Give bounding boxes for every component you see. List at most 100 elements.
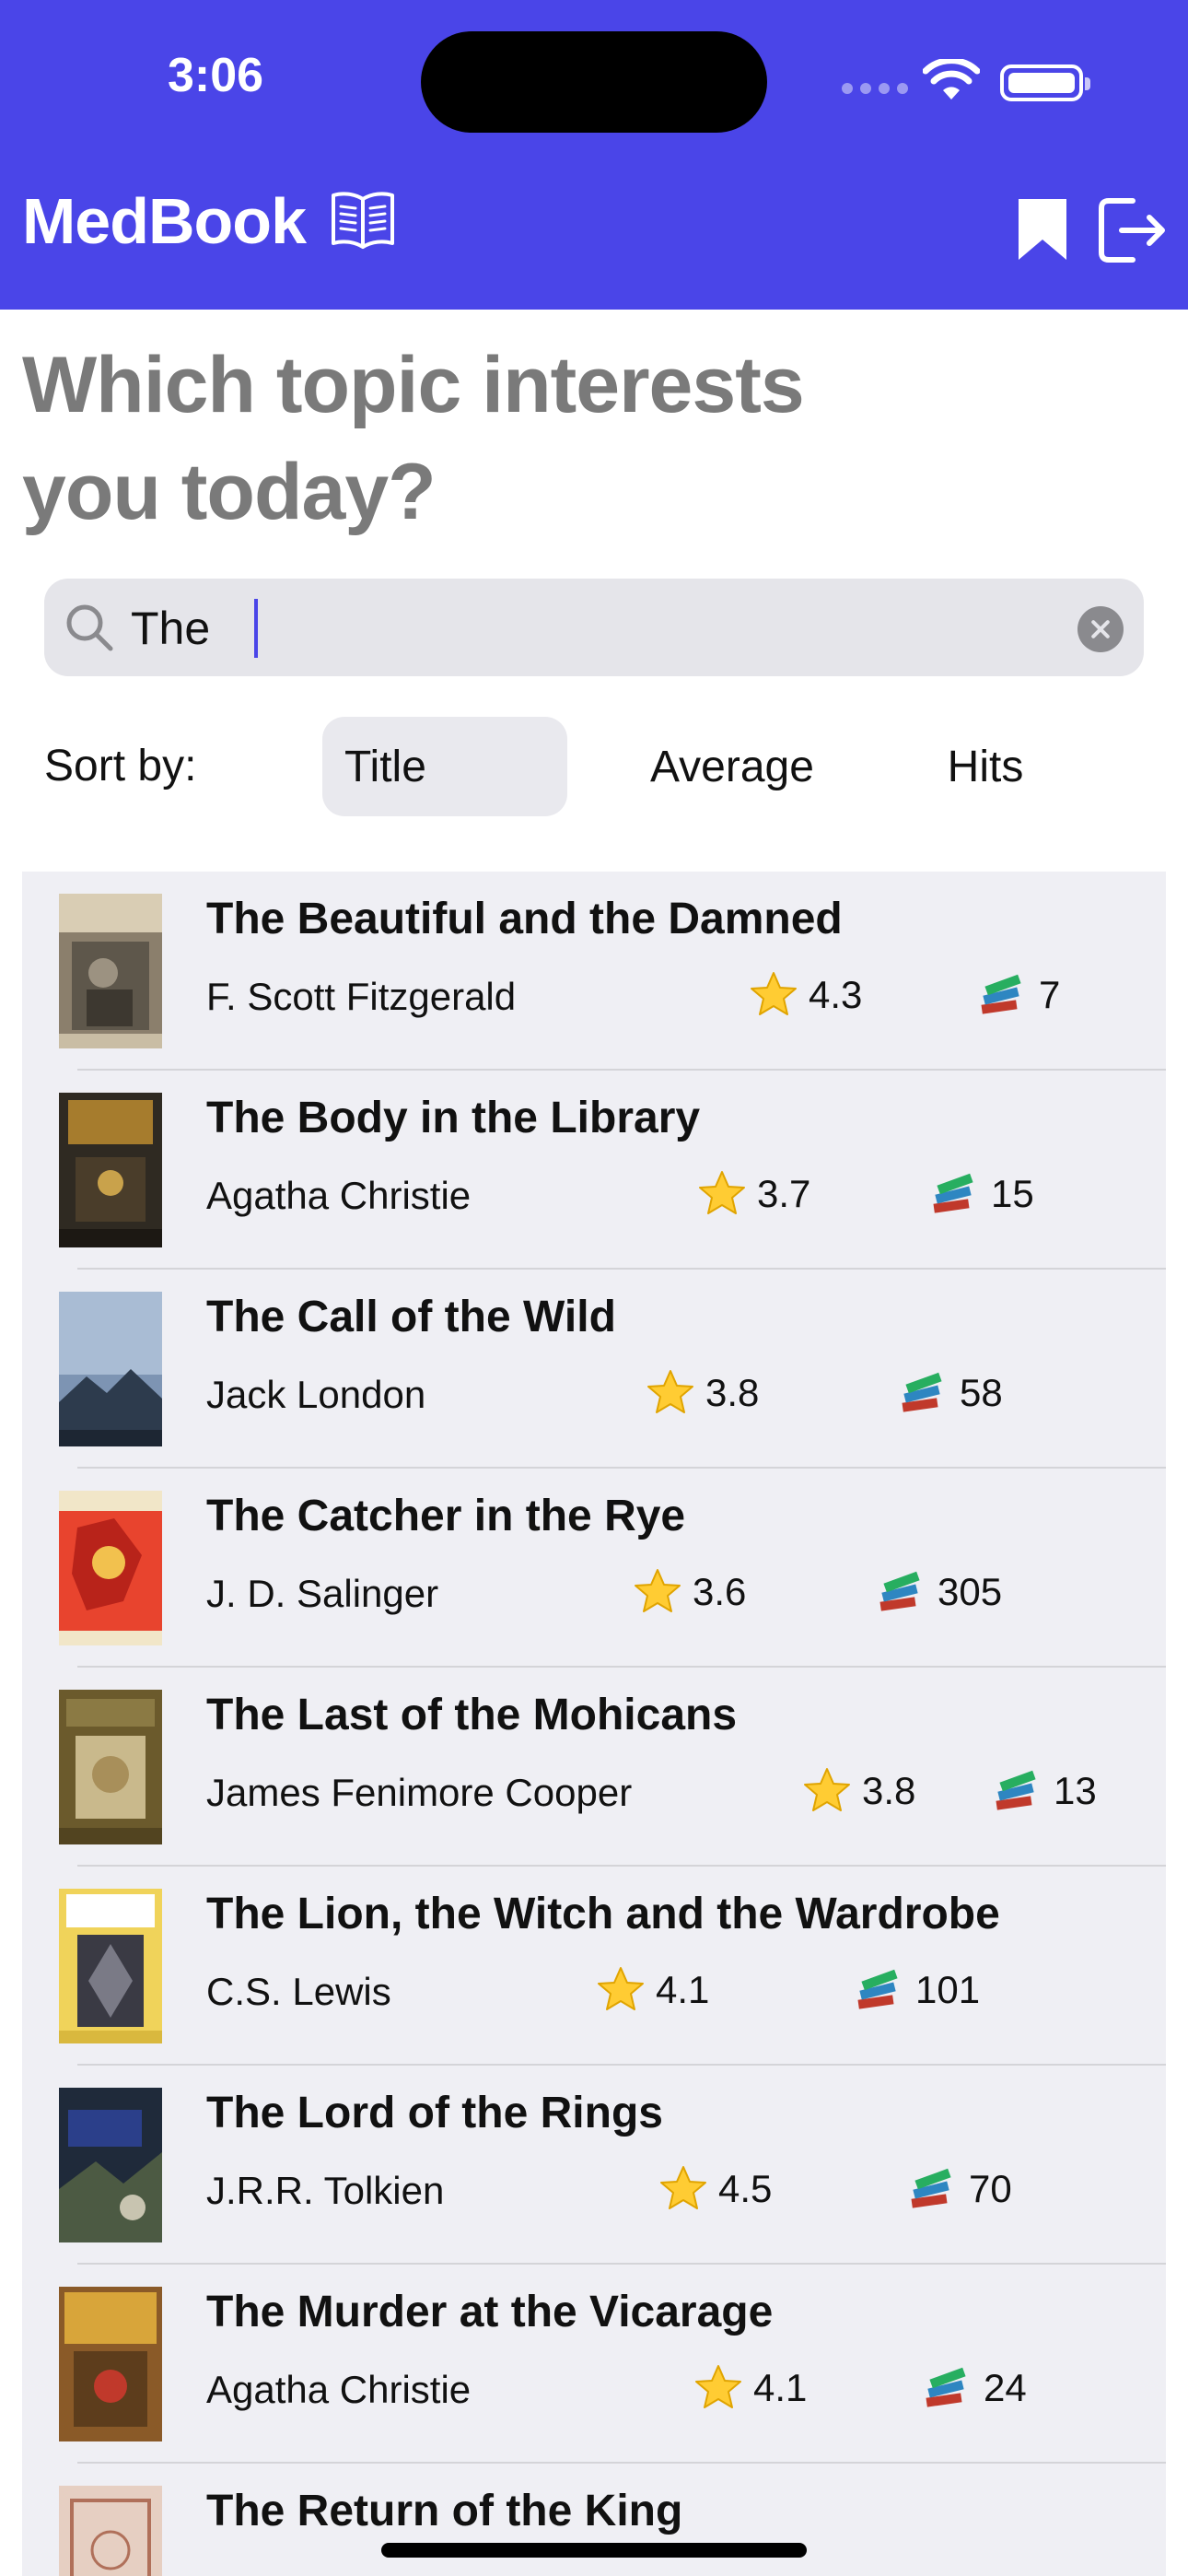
hits-value: 24 <box>984 2366 1027 2409</box>
cellular-signal-icon <box>842 83 908 94</box>
book-cover <box>59 1491 162 1645</box>
book-cover <box>59 1093 162 1247</box>
sort-option-average[interactable]: Average <box>626 717 838 816</box>
book-author: J.R.R. Tolkien <box>206 2169 445 2212</box>
book-list[interactable]: The Beautiful and the Damned F. Scott Fi… <box>22 872 1166 2576</box>
search-input[interactable] <box>131 595 1052 662</box>
home-indicator <box>381 2543 807 2558</box>
page-heading: Which topic interests you today? <box>22 341 805 536</box>
battery-icon <box>1000 64 1090 101</box>
star-icon <box>635 1569 681 1612</box>
book-row[interactable]: The Murder at the Vicarage Agatha Christ… <box>22 2265 1166 2464</box>
rating-value: 4.5 <box>718 2167 773 2210</box>
book-hits: 70 <box>906 2161 1012 2217</box>
books-stack-icon <box>857 1969 898 2009</box>
app-title: MedBook <box>22 185 307 257</box>
book-author: Agatha Christie <box>206 1174 472 1217</box>
book-hits: 13 <box>991 1763 1097 1819</box>
book-author: Agatha Christie <box>206 2368 472 2411</box>
hits-value: 305 <box>938 1570 1003 1613</box>
book-rating: 4.5 <box>658 2161 772 2217</box>
book-row[interactable]: The Lord of the Rings J.R.R. Tolkien 4.5… <box>22 2066 1166 2265</box>
book-row[interactable]: The Return of the King <box>22 2464 1166 2576</box>
rating-value: 4.1 <box>656 1968 710 2011</box>
book-row[interactable]: The Beautiful and the Damned F. Scott Fi… <box>22 872 1166 1071</box>
books-stack-icon <box>981 974 1021 1014</box>
book-rating: 4.1 <box>595 1962 709 2018</box>
book-title: The Murder at the Vicarage <box>206 2288 774 2336</box>
book-author: J. D. Salinger <box>206 1572 439 1615</box>
book-hits: 58 <box>897 1365 1003 1421</box>
book-author: Jack London <box>206 1373 426 1416</box>
bookmark-button[interactable] <box>1015 195 1070 263</box>
rating-value: 4.3 <box>809 973 863 1016</box>
rating-value: 3.6 <box>693 1570 747 1613</box>
star-icon <box>647 1370 693 1413</box>
rating-value: 3.8 <box>862 1769 916 1812</box>
book-rating: 3.8 <box>645 1365 759 1421</box>
book-icon <box>332 192 394 249</box>
book-title: The Beautiful and the Damned <box>206 895 843 943</box>
book-title: The Catcher in the Rye <box>206 1492 686 1540</box>
star-icon <box>598 1967 644 2010</box>
books-stack-icon <box>879 1571 920 1611</box>
book-hits: 15 <box>928 1166 1034 1222</box>
book-author: James Fenimore Cooper <box>206 1771 633 1814</box>
book-title: The Body in the Library <box>206 1094 701 1142</box>
rating-value: 4.1 <box>753 2366 808 2409</box>
book-title: The Lord of the Rings <box>206 2089 663 2137</box>
book-rating: 4.1 <box>693 2360 807 2416</box>
app-header: 3:06 MedBook <box>0 0 1188 310</box>
book-hits: 305 <box>875 1564 1002 1620</box>
book-title: The Return of the King <box>206 2487 683 2535</box>
book-author: C.S. Lewis <box>206 1970 391 2013</box>
book-cover <box>59 894 162 1048</box>
clear-search-button[interactable] <box>1077 606 1124 652</box>
books-stack-icon <box>911 2168 951 2208</box>
hits-value: 70 <box>969 2167 1012 2210</box>
text-cursor <box>254 599 258 658</box>
books-stack-icon <box>926 2367 966 2407</box>
search-icon <box>66 604 113 651</box>
books-stack-icon <box>902 1372 942 1412</box>
hits-value: 15 <box>991 1172 1034 1215</box>
book-row[interactable]: The Call of the Wild Jack London 3.8 58 <box>22 1270 1166 1469</box>
book-cover <box>59 1889 162 2043</box>
wifi-icon <box>923 59 980 100</box>
hits-value: 13 <box>1054 1769 1097 1812</box>
book-hits: 101 <box>853 1962 980 2018</box>
book-cover <box>59 1292 162 1446</box>
book-rating: 3.8 <box>801 1763 915 1819</box>
rating-value: 3.8 <box>705 1371 760 1414</box>
book-rating: 3.6 <box>632 1564 746 1620</box>
book-cover <box>59 2486 162 2576</box>
star-icon <box>804 1768 850 1811</box>
sort-option-title[interactable]: Title <box>322 717 567 816</box>
star-icon <box>695 2365 741 2408</box>
book-row[interactable]: The Body in the Library Agatha Christie … <box>22 1071 1166 1270</box>
book-title: The Last of the Mohicans <box>206 1691 738 1739</box>
status-time: 3:06 <box>168 49 264 102</box>
books-stack-icon <box>933 1173 973 1213</box>
star-icon <box>699 1171 745 1214</box>
book-row[interactable]: The Catcher in the Rye J. D. Salinger 3.… <box>22 1469 1166 1668</box>
book-row[interactable]: The Last of the Mohicans James Fenimore … <box>22 1668 1166 1867</box>
sort-label: Sort by: <box>44 742 197 790</box>
book-hits: 24 <box>921 2360 1027 2416</box>
hits-value: 7 <box>1039 973 1061 1016</box>
book-rating: 3.7 <box>696 1166 810 1222</box>
sort-option-hits[interactable]: Hits <box>912 717 1059 816</box>
search-bar[interactable] <box>44 579 1144 676</box>
logout-button[interactable] <box>1096 193 1170 267</box>
book-author: F. Scott Fitzgerald <box>206 975 517 1018</box>
book-hits: 7 <box>976 967 1060 1023</box>
star-icon <box>751 972 797 1015</box>
book-title: The Call of the Wild <box>206 1293 616 1341</box>
dynamic-island <box>421 31 767 133</box>
book-row[interactable]: The Lion, the Witch and the Wardrobe C.S… <box>22 1867 1166 2066</box>
rating-value: 3.7 <box>757 1172 811 1215</box>
book-rating: 4.3 <box>748 967 862 1023</box>
books-stack-icon <box>996 1770 1036 1810</box>
book-title: The Lion, the Witch and the Wardrobe <box>206 1890 1000 1938</box>
hits-value: 58 <box>960 1371 1003 1414</box>
